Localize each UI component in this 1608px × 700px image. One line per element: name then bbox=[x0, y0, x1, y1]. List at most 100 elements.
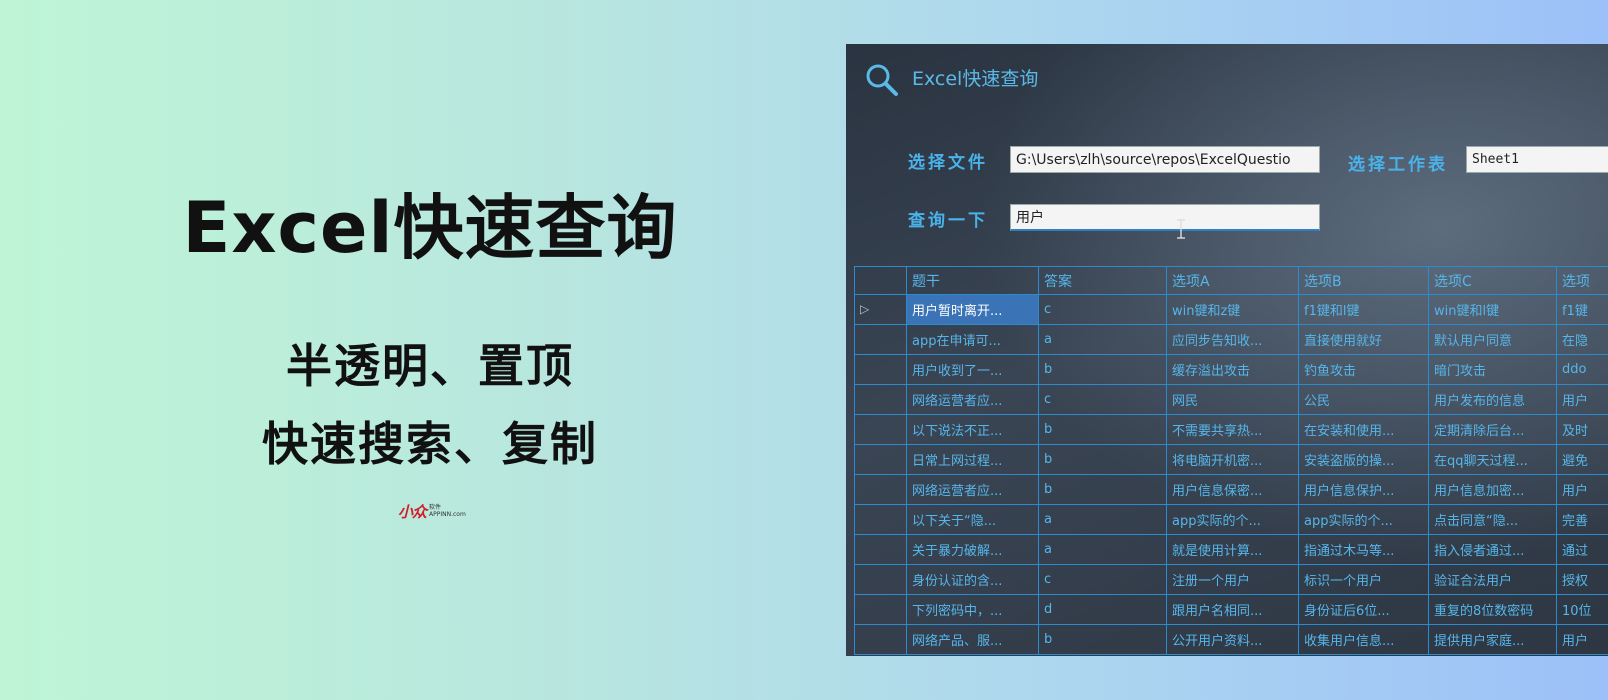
table-cell[interactable]: a bbox=[1038, 534, 1167, 565]
table-cell[interactable]: 网络产品、服... bbox=[906, 624, 1039, 655]
column-header[interactable]: 选项 bbox=[1556, 266, 1608, 295]
table-cell[interactable]: d bbox=[1038, 594, 1167, 625]
row-header-cell[interactable] bbox=[854, 504, 907, 535]
table-cell[interactable]: 公民 bbox=[1298, 384, 1429, 415]
table-cell[interactable]: 用户收到了一... bbox=[906, 354, 1039, 385]
sheet-select[interactable] bbox=[1466, 146, 1608, 173]
table-cell[interactable]: 指入侵者通过... bbox=[1428, 534, 1557, 565]
table-cell[interactable]: 注册一个用户 bbox=[1166, 564, 1299, 595]
table-cell[interactable]: 用户暂时离开... bbox=[906, 294, 1039, 325]
table-cell[interactable]: 缓存溢出攻击 bbox=[1166, 354, 1299, 385]
column-header[interactable]: 选项C bbox=[1428, 266, 1557, 295]
table-cell[interactable]: 将电脑开机密... bbox=[1166, 444, 1299, 475]
table-cell[interactable]: 通过 bbox=[1556, 534, 1608, 565]
table-cell[interactable]: 在隐 bbox=[1556, 324, 1608, 355]
table-cell[interactable]: 默认用户同意 bbox=[1428, 324, 1557, 355]
table-cell[interactable]: 网络运营者应... bbox=[906, 384, 1039, 415]
row-header-cell[interactable] bbox=[854, 384, 907, 415]
table-cell[interactable]: 用户信息保密... bbox=[1166, 474, 1299, 505]
table-cell[interactable]: a bbox=[1038, 324, 1167, 355]
table-row[interactable]: 关于暴力破解... a 就是使用计算... 指通过木马等... 指入侵者通过... 通过 bbox=[854, 534, 1608, 565]
table-row[interactable]: 以下关于“隐... a app实际的个... app实际的个... 点击同意“隐... 完… bbox=[854, 504, 1608, 535]
row-header-cell[interactable]: ▷ bbox=[854, 294, 907, 325]
table-cell[interactable]: 身份认证的含... bbox=[906, 564, 1039, 595]
table-cell[interactable]: 标识一个用户 bbox=[1298, 564, 1429, 595]
table-cell[interactable]: 授权 bbox=[1556, 564, 1608, 595]
table-row[interactable]: 网络产品、服... b 公开用户资料... 收集用户信息... 提供用户家庭... 用户 bbox=[854, 624, 1608, 655]
table-cell[interactable]: 避免 bbox=[1556, 444, 1608, 475]
table-cell[interactable]: 不需要共享热... bbox=[1166, 414, 1299, 445]
table-cell[interactable]: 指通过木马等... bbox=[1298, 534, 1429, 565]
row-header-cell[interactable] bbox=[854, 414, 907, 445]
results-grid[interactable]: 题干 答案 选项A 选项B 选项C 选项 ▷ 用户暂时离开... c win键和z键 f… bbox=[854, 266, 1608, 655]
column-header[interactable]: 选项B bbox=[1298, 266, 1429, 295]
table-cell[interactable]: 提供用户家庭... bbox=[1428, 624, 1557, 655]
column-header[interactable]: 答案 bbox=[1038, 266, 1167, 295]
table-cell[interactable]: b bbox=[1038, 414, 1167, 445]
table-cell[interactable]: b bbox=[1038, 354, 1167, 385]
table-cell[interactable]: 收集用户信息... bbox=[1298, 624, 1429, 655]
table-cell[interactable]: win键和l键 bbox=[1428, 294, 1557, 325]
table-cell[interactable]: b bbox=[1038, 474, 1167, 505]
table-cell[interactable]: 用户信息保护... bbox=[1298, 474, 1429, 505]
table-row[interactable]: 网络运营者应... b 用户信息保密... 用户信息保护... 用户信息加密... 用户 bbox=[854, 474, 1608, 505]
table-cell[interactable]: 身份证后6位... bbox=[1298, 594, 1429, 625]
table-cell[interactable]: b bbox=[1038, 624, 1167, 655]
table-row[interactable]: 以下说法不正... b 不需要共享热... 在安装和使用... 定期清除后台... 及时 bbox=[854, 414, 1608, 445]
table-cell[interactable]: f1键和l键 bbox=[1298, 294, 1429, 325]
table-row[interactable]: 用户收到了一... b 缓存溢出攻击 钓鱼攻击 暗门攻击 ddo bbox=[854, 354, 1608, 385]
table-row[interactable]: 身份认证的含... c 注册一个用户 标识一个用户 验证合法用户 授权 bbox=[854, 564, 1608, 595]
table-cell[interactable]: c bbox=[1038, 384, 1167, 415]
table-row[interactable]: 下列密码中，... d 跟用户名相同... 身份证后6位... 重复的8位数密码 10位 bbox=[854, 594, 1608, 625]
table-cell[interactable]: 用户 bbox=[1556, 474, 1608, 505]
table-cell[interactable]: win键和z键 bbox=[1166, 294, 1299, 325]
table-cell[interactable]: 在qq聊天过程... bbox=[1428, 444, 1557, 475]
table-row[interactable]: 网络运营者应... c 网民 公民 用户发布的信息 用户 bbox=[854, 384, 1608, 415]
table-cell[interactable]: 直接使用就好 bbox=[1298, 324, 1429, 355]
table-cell[interactable]: app在申请可... bbox=[906, 324, 1039, 355]
table-cell[interactable]: 验证合法用户 bbox=[1428, 564, 1557, 595]
row-header-cell[interactable] bbox=[854, 594, 907, 625]
row-header-cell[interactable] bbox=[854, 564, 907, 595]
table-cell[interactable]: 跟用户名相同... bbox=[1166, 594, 1299, 625]
row-header-cell[interactable] bbox=[854, 474, 907, 505]
table-cell[interactable]: 点击同意“隐... bbox=[1428, 504, 1557, 535]
file-path-input[interactable] bbox=[1010, 146, 1320, 173]
table-cell[interactable]: app实际的个... bbox=[1166, 504, 1299, 535]
table-row[interactable]: app在申请可... a 应同步告知收... 直接使用就好 默认用户同意 在隐 bbox=[854, 324, 1608, 355]
row-header-cell[interactable] bbox=[854, 624, 907, 655]
row-header-cell[interactable] bbox=[854, 324, 907, 355]
table-cell[interactable]: 及时 bbox=[1556, 414, 1608, 445]
table-cell[interactable]: 钓鱼攻击 bbox=[1298, 354, 1429, 385]
table-cell[interactable]: 关于暴力破解... bbox=[906, 534, 1039, 565]
table-row[interactable]: ▷ 用户暂时离开... c win键和z键 f1键和l键 win键和l键 f1键 bbox=[854, 294, 1608, 325]
table-cell[interactable]: 10位 bbox=[1556, 594, 1608, 625]
table-cell[interactable]: ddo bbox=[1556, 354, 1608, 385]
row-header-cell[interactable] bbox=[854, 354, 907, 385]
table-cell[interactable]: app实际的个... bbox=[1298, 504, 1429, 535]
column-header[interactable]: 选项A bbox=[1166, 266, 1299, 295]
table-cell[interactable]: 用户发布的信息 bbox=[1428, 384, 1557, 415]
table-cell[interactable]: 用户信息加密... bbox=[1428, 474, 1557, 505]
table-cell[interactable]: 下列密码中，... bbox=[906, 594, 1039, 625]
row-header-cell[interactable] bbox=[854, 444, 907, 475]
table-cell[interactable]: b bbox=[1038, 444, 1167, 475]
table-cell[interactable]: 完善 bbox=[1556, 504, 1608, 535]
query-input[interactable] bbox=[1010, 204, 1320, 231]
table-cell[interactable]: 以下说法不正... bbox=[906, 414, 1039, 445]
table-cell[interactable]: 就是使用计算... bbox=[1166, 534, 1299, 565]
table-cell[interactable]: c bbox=[1038, 564, 1167, 595]
table-cell[interactable]: c bbox=[1038, 294, 1167, 325]
table-cell[interactable]: 重复的8位数密码 bbox=[1428, 594, 1557, 625]
table-row[interactable]: 日常上网过程... b 将电脑开机密... 安装盗版的操... 在qq聊天过程... 避免 bbox=[854, 444, 1608, 475]
table-cell[interactable]: 以下关于“隐... bbox=[906, 504, 1039, 535]
table-cell[interactable]: 网民 bbox=[1166, 384, 1299, 415]
table-cell[interactable]: 用户 bbox=[1556, 384, 1608, 415]
table-cell[interactable]: 网络运营者应... bbox=[906, 474, 1039, 505]
table-cell[interactable]: 安装盗版的操... bbox=[1298, 444, 1429, 475]
table-cell[interactable]: 应同步告知收... bbox=[1166, 324, 1299, 355]
table-cell[interactable]: a bbox=[1038, 504, 1167, 535]
table-cell[interactable]: 日常上网过程... bbox=[906, 444, 1039, 475]
table-cell[interactable]: 暗门攻击 bbox=[1428, 354, 1557, 385]
table-cell[interactable]: 用户 bbox=[1556, 624, 1608, 655]
